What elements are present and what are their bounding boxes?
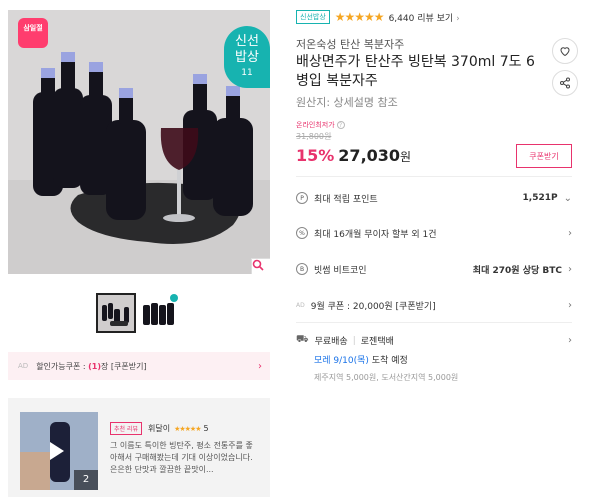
extra-shipping-fee-note: 제주지역 5,000원, 도서산간지역 5,000원 — [314, 373, 459, 382]
share-icon — [560, 77, 570, 89]
product-subtitle: 저온숙성 탄산 복분자주 — [296, 38, 405, 51]
delivery-estimate: 모레 9/10(목) 도착 예정 — [314, 353, 572, 366]
fresh-market-tag: 신선밥상 — [296, 10, 330, 24]
percent-icon: % — [296, 227, 308, 239]
divider — [296, 176, 572, 177]
play-icon — [50, 442, 64, 460]
magnifier-icon — [252, 259, 264, 271]
monthly-coupon-row[interactable]: AD 9월 쿠폰 : 20,000원 [쿠폰받기] › — [296, 296, 572, 314]
help-icon[interactable]: ? — [336, 121, 345, 129]
points-icon: P — [296, 192, 308, 204]
available-coupon-bar[interactable]: AD 할인가능쿠폰 : (1)장 [쿠폰받기] › — [8, 352, 270, 380]
recommended-review-tag: 추천 리뷰 — [110, 422, 142, 435]
chevron-down-icon: ⌄ — [563, 192, 572, 204]
thumbnail-1-image — [98, 295, 134, 331]
fresh-badge-line1: 신선 — [235, 34, 259, 49]
truck-icon: ⛟ — [296, 334, 309, 345]
price-value: 27,030 — [338, 146, 401, 165]
product-hero-image[interactable]: 삼일절 신선 밥상 11 — [8, 10, 270, 274]
discount-rate: 15% — [296, 146, 335, 165]
zoom-button[interactable] — [251, 258, 270, 274]
coupon-bar-suffix: 장 [쿠폰받기] — [101, 361, 147, 371]
shipping-method-line: ⛟ 무료배송 | 로젠택배 › — [296, 334, 572, 347]
view-reviews-label: 6,440 리뷰 보기 — [388, 13, 454, 24]
divider — [296, 322, 572, 323]
ad-label: AD — [18, 362, 29, 370]
view-reviews-link[interactable]: 6,440 리뷰 보기 › — [389, 11, 460, 24]
rating-row: 신선밥상 ★★★★★ 6,440 리뷰 보기 › — [296, 10, 460, 24]
chevron-right-icon: › — [456, 13, 460, 24]
lowest-price-text: 온라인최저가 — [296, 121, 335, 129]
thumbnail-2[interactable] — [140, 293, 180, 333]
monthly-coupon-label: 9월 쿠폰 : 20,000원 [쿠폰받기] — [310, 301, 436, 312]
featured-review-card[interactable]: 2 추천 리뷰 휘달이 ★★★★★ 5 그 이름도 특이한 빙탄주, 평소 전통… — [8, 398, 270, 497]
review-text: 그 이름도 특이한 빙탄주, 평소 전통주를 좋아해서 구매해봤는데 기대 이상… — [110, 441, 253, 474]
get-coupon-button[interactable]: 쿠폰받기 — [516, 144, 572, 168]
thumbnail-badge — [170, 294, 178, 302]
wishlist-button[interactable] — [552, 38, 578, 64]
delivery-date: 모레 9/10(목) — [314, 356, 369, 366]
currency-unit: 원 — [400, 150, 412, 164]
bitcoin-value: 최대 270원 상당 BTC — [472, 265, 562, 276]
share-button[interactable] — [552, 70, 578, 96]
chevron-right-icon: › — [568, 227, 572, 239]
thumbnail-1[interactable] — [96, 293, 136, 333]
max-points-value: 1,521P — [522, 193, 558, 203]
ad-label: AD — [296, 301, 305, 309]
review-score: 5 — [203, 424, 209, 433]
delivery-suffix: 도착 예정 — [368, 356, 408, 366]
max-points-label: 최대 적립 포인트 — [314, 194, 378, 205]
lowest-price-label: 온라인최저가? — [296, 120, 345, 130]
coupon-count: (1) — [88, 361, 102, 371]
sale-event-badge: 삼일절 — [18, 18, 48, 48]
max-points-row[interactable]: P 최대 적립 포인트 1,521P ⌄ — [296, 189, 572, 207]
carrier-name: 로젠택배 — [360, 337, 394, 347]
chevron-right-icon: › — [258, 360, 262, 372]
fresh-badge-line2: 밥상 — [235, 50, 259, 65]
chevron-right-icon: › — [568, 263, 572, 275]
heart-icon — [560, 47, 570, 57]
chevron-right-icon: › — [568, 335, 572, 346]
fresh-market-badge: 신선 밥상 11 — [224, 26, 270, 88]
free-shipping-label: 무료배송 — [314, 337, 348, 347]
chevron-right-icon: › — [568, 299, 572, 311]
product-title: 배상면주가 탄산주 빙탄복 370ml 7도 6병입 복분자주 — [296, 54, 535, 89]
reviewer-name: 휘달이 — [148, 424, 171, 433]
bitcoin-label: 빗썸 비트코인 — [314, 265, 367, 276]
original-price: 31,800원 — [296, 132, 332, 141]
fresh-badge-line3: 11 — [241, 68, 253, 78]
media-count-badge: 2 — [74, 470, 98, 490]
installment-label: 최대 16개월 무이자 할부 외 1건 — [314, 229, 437, 240]
installment-row[interactable]: % 최대 16개월 무이자 할부 외 1건 › — [296, 224, 572, 242]
shipping-info[interactable]: ⛟ 무료배송 | 로젠택배 › 모레 9/10(목) 도착 예정 제주지역 5,… — [296, 334, 572, 383]
bitcoin-reward-row[interactable]: B 빗썸 비트코인 최대 270원 상당 BTC › — [296, 260, 572, 278]
product-star-rating: ★★★★★ — [334, 10, 385, 24]
separator: | — [352, 335, 356, 346]
bithumb-icon: B — [296, 263, 308, 275]
coupon-bar-text: 할인가능쿠폰 : (1)장 [쿠폰받기] — [36, 361, 146, 372]
origin-info: 원산지: 상세설명 참조 — [296, 96, 398, 109]
review-header: 추천 리뷰 휘달이 ★★★★★ 5 — [110, 422, 209, 435]
review-star-rating: ★★★★★ — [174, 424, 201, 433]
coupon-bar-prefix: 할인가능쿠폰 : — [36, 361, 89, 371]
review-media-thumbnail[interactable]: 2 — [20, 412, 98, 490]
sale-price: 15% 27,030원 — [296, 146, 411, 165]
